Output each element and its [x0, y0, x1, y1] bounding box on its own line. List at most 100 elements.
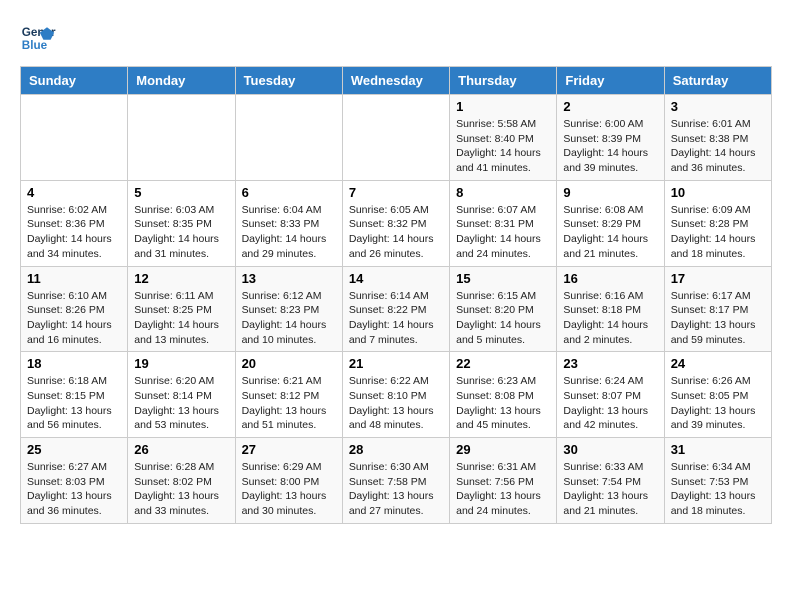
- calendar-cell: 8 Sunrise: 6:07 AM Sunset: 8:31 PM Daylig…: [450, 180, 557, 266]
- day-info: Sunrise: 6:01 AM Sunset: 8:38 PM Dayligh…: [671, 117, 765, 176]
- day-number: 31: [671, 442, 765, 457]
- weekday-header: Thursday: [450, 67, 557, 95]
- day-info: Sunrise: 5:58 AM Sunset: 8:40 PM Dayligh…: [456, 117, 550, 176]
- calendar-cell: 16Sunrise: 6:16 AM Sunset: 8:18 PM Dayli…: [557, 266, 664, 352]
- day-info: Sunrise: 6:14 AM Sunset: 8:22 PM Dayligh…: [349, 289, 443, 348]
- calendar-week-row: 1 Sunrise: 5:58 AM Sunset: 8:40 PM Daylig…: [21, 95, 772, 181]
- weekday-header: Friday: [557, 67, 664, 95]
- day-number: 5: [134, 185, 228, 200]
- day-info: Sunrise: 6:07 AM Sunset: 8:31 PM Dayligh…: [456, 203, 550, 262]
- logo-icon: General Blue: [20, 20, 56, 56]
- calendar-cell: 31 Sunrise: 6:34 AM Sunset: 7:53 PM Dayli…: [664, 438, 771, 524]
- day-number: 22: [456, 356, 550, 371]
- calendar-cell: [235, 95, 342, 181]
- calendar-cell: 12Sunrise: 6:11 AM Sunset: 8:25 PM Dayli…: [128, 266, 235, 352]
- calendar-cell: 6 Sunrise: 6:04 AM Sunset: 8:33 PM Daylig…: [235, 180, 342, 266]
- calendar-header-row: SundayMondayTuesdayWednesdayThursdayFrid…: [21, 67, 772, 95]
- calendar-cell: 9Sunrise: 6:08 AM Sunset: 8:29 PM Daylig…: [557, 180, 664, 266]
- weekday-header: Monday: [128, 67, 235, 95]
- calendar-cell: 24 Sunrise: 6:26 AM Sunset: 8:05 PM Dayli…: [664, 352, 771, 438]
- calendar-cell: 2 Sunrise: 6:00 AM Sunset: 8:39 PM Daylig…: [557, 95, 664, 181]
- day-info: Sunrise: 6:11 AM Sunset: 8:25 PM Dayligh…: [134, 289, 228, 348]
- day-info: Sunrise: 6:33 AM Sunset: 7:54 PM Dayligh…: [563, 460, 657, 519]
- day-info: Sunrise: 6:15 AM Sunset: 8:20 PM Dayligh…: [456, 289, 550, 348]
- day-info: Sunrise: 6:09 AM Sunset: 8:28 PM Dayligh…: [671, 203, 765, 262]
- calendar-cell: [21, 95, 128, 181]
- calendar-cell: 1 Sunrise: 5:58 AM Sunset: 8:40 PM Daylig…: [450, 95, 557, 181]
- day-info: Sunrise: 6:22 AM Sunset: 8:10 PM Dayligh…: [349, 374, 443, 433]
- day-number: 15: [456, 271, 550, 286]
- calendar-cell: 26 Sunrise: 6:28 AM Sunset: 8:02 PM Dayli…: [128, 438, 235, 524]
- day-number: 26: [134, 442, 228, 457]
- svg-text:Blue: Blue: [22, 39, 48, 52]
- calendar-cell: 17 Sunrise: 6:17 AM Sunset: 8:17 PM Dayli…: [664, 266, 771, 352]
- calendar-cell: 20Sunrise: 6:21 AM Sunset: 8:12 PM Dayli…: [235, 352, 342, 438]
- page-header: General Blue: [20, 20, 772, 56]
- calendar-week-row: 11 Sunrise: 6:10 AM Sunset: 8:26 PM Dayli…: [21, 266, 772, 352]
- calendar-cell: 7 Sunrise: 6:05 AM Sunset: 8:32 PM Daylig…: [342, 180, 449, 266]
- day-info: Sunrise: 6:27 AM Sunset: 8:03 PM Dayligh…: [27, 460, 121, 519]
- day-number: 6: [242, 185, 336, 200]
- day-info: Sunrise: 6:17 AM Sunset: 8:17 PM Dayligh…: [671, 289, 765, 348]
- day-info: Sunrise: 6:31 AM Sunset: 7:56 PM Dayligh…: [456, 460, 550, 519]
- calendar-cell: 10 Sunrise: 6:09 AM Sunset: 8:28 PM Dayli…: [664, 180, 771, 266]
- day-info: Sunrise: 6:10 AM Sunset: 8:26 PM Dayligh…: [27, 289, 121, 348]
- day-info: Sunrise: 6:00 AM Sunset: 8:39 PM Dayligh…: [563, 117, 657, 176]
- day-number: 8: [456, 185, 550, 200]
- day-info: Sunrise: 6:08 AM Sunset: 8:29 PM Dayligh…: [563, 203, 657, 262]
- day-number: 13: [242, 271, 336, 286]
- day-number: 23: [563, 356, 657, 371]
- calendar-week-row: 18Sunrise: 6:18 AM Sunset: 8:15 PM Dayli…: [21, 352, 772, 438]
- calendar-cell: 5Sunrise: 6:03 AM Sunset: 8:35 PM Daylig…: [128, 180, 235, 266]
- calendar-week-row: 4 Sunrise: 6:02 AM Sunset: 8:36 PM Daylig…: [21, 180, 772, 266]
- calendar-week-row: 25 Sunrise: 6:27 AM Sunset: 8:03 PM Dayli…: [21, 438, 772, 524]
- day-info: Sunrise: 6:02 AM Sunset: 8:36 PM Dayligh…: [27, 203, 121, 262]
- day-number: 7: [349, 185, 443, 200]
- day-number: 17: [671, 271, 765, 286]
- day-number: 21: [349, 356, 443, 371]
- weekday-header: Wednesday: [342, 67, 449, 95]
- day-number: 2: [563, 99, 657, 114]
- day-info: Sunrise: 6:12 AM Sunset: 8:23 PM Dayligh…: [242, 289, 336, 348]
- calendar-cell: 23 Sunrise: 6:24 AM Sunset: 8:07 PM Dayli…: [557, 352, 664, 438]
- calendar-cell: 11 Sunrise: 6:10 AM Sunset: 8:26 PM Dayli…: [21, 266, 128, 352]
- calendar-cell: [342, 95, 449, 181]
- calendar-cell: 22 Sunrise: 6:23 AM Sunset: 8:08 PM Dayli…: [450, 352, 557, 438]
- day-info: Sunrise: 6:30 AM Sunset: 7:58 PM Dayligh…: [349, 460, 443, 519]
- day-info: Sunrise: 6:04 AM Sunset: 8:33 PM Dayligh…: [242, 203, 336, 262]
- day-number: 11: [27, 271, 121, 286]
- day-number: 4: [27, 185, 121, 200]
- calendar-cell: [128, 95, 235, 181]
- calendar-cell: 30Sunrise: 6:33 AM Sunset: 7:54 PM Dayli…: [557, 438, 664, 524]
- day-info: Sunrise: 6:24 AM Sunset: 8:07 PM Dayligh…: [563, 374, 657, 433]
- day-info: Sunrise: 6:26 AM Sunset: 8:05 PM Dayligh…: [671, 374, 765, 433]
- day-number: 1: [456, 99, 550, 114]
- calendar-cell: 13 Sunrise: 6:12 AM Sunset: 8:23 PM Dayli…: [235, 266, 342, 352]
- calendar-cell: 3Sunrise: 6:01 AM Sunset: 8:38 PM Daylig…: [664, 95, 771, 181]
- day-info: Sunrise: 6:21 AM Sunset: 8:12 PM Dayligh…: [242, 374, 336, 433]
- day-info: Sunrise: 6:23 AM Sunset: 8:08 PM Dayligh…: [456, 374, 550, 433]
- day-number: 18: [27, 356, 121, 371]
- day-number: 28: [349, 442, 443, 457]
- day-info: Sunrise: 6:34 AM Sunset: 7:53 PM Dayligh…: [671, 460, 765, 519]
- calendar-cell: 18Sunrise: 6:18 AM Sunset: 8:15 PM Dayli…: [21, 352, 128, 438]
- weekday-header: Sunday: [21, 67, 128, 95]
- calendar-cell: 27Sunrise: 6:29 AM Sunset: 8:00 PM Dayli…: [235, 438, 342, 524]
- calendar-cell: 29 Sunrise: 6:31 AM Sunset: 7:56 PM Dayli…: [450, 438, 557, 524]
- day-info: Sunrise: 6:05 AM Sunset: 8:32 PM Dayligh…: [349, 203, 443, 262]
- calendar-table: SundayMondayTuesdayWednesdayThursdayFrid…: [20, 66, 772, 524]
- day-number: 24: [671, 356, 765, 371]
- day-number: 29: [456, 442, 550, 457]
- calendar-cell: 28 Sunrise: 6:30 AM Sunset: 7:58 PM Dayli…: [342, 438, 449, 524]
- day-number: 10: [671, 185, 765, 200]
- calendar-cell: 15 Sunrise: 6:15 AM Sunset: 8:20 PM Dayli…: [450, 266, 557, 352]
- day-number: 14: [349, 271, 443, 286]
- weekday-header: Saturday: [664, 67, 771, 95]
- day-info: Sunrise: 6:28 AM Sunset: 8:02 PM Dayligh…: [134, 460, 228, 519]
- day-number: 19: [134, 356, 228, 371]
- weekday-header: Tuesday: [235, 67, 342, 95]
- day-info: Sunrise: 6:29 AM Sunset: 8:00 PM Dayligh…: [242, 460, 336, 519]
- calendar-cell: 21 Sunrise: 6:22 AM Sunset: 8:10 PM Dayli…: [342, 352, 449, 438]
- day-number: 25: [27, 442, 121, 457]
- calendar-cell: 25 Sunrise: 6:27 AM Sunset: 8:03 PM Dayli…: [21, 438, 128, 524]
